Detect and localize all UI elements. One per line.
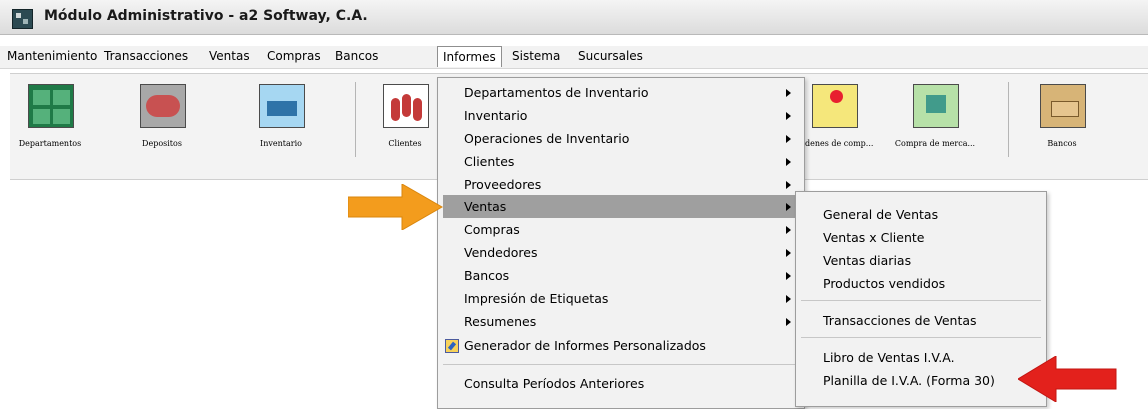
- ventas-submenu: General de Ventas Ventas x Cliente Venta…: [795, 191, 1047, 407]
- report-generator-icon: [445, 339, 459, 353]
- submenu-arrow-icon: [786, 158, 791, 166]
- submenu-arrow-icon: [786, 89, 791, 97]
- menu-separator: [801, 300, 1041, 301]
- warehouse-icon: [140, 84, 186, 128]
- toolbar-label: Compra de merca...: [894, 139, 976, 148]
- toolbar-button-bancos[interactable]: Bancos: [1022, 84, 1102, 172]
- window-title: Módulo Administrativo - a2 Softway, C.A.: [44, 8, 368, 24]
- menu-compras[interactable]: Compras: [267, 49, 321, 63]
- menu-transacciones[interactable]: Transacciones: [104, 49, 188, 63]
- toolbar-button-inventario[interactable]: Inventario: [241, 84, 321, 172]
- toolbar-button-compra-de-mercancia[interactable]: Compra de merca...: [895, 84, 975, 172]
- menu-bar: Mantenimiento Transacciones Ventas Compr…: [0, 46, 1148, 69]
- menu-item-clientes[interactable]: Clientes: [443, 150, 799, 173]
- submenu-item-ventas-x-cliente[interactable]: Ventas x Cliente: [796, 226, 1046, 249]
- toolbar-separator: [355, 82, 356, 157]
- toolbar-label: Inventario: [260, 139, 302, 148]
- menu-ventas[interactable]: Ventas: [209, 49, 250, 63]
- app-icon: [12, 9, 33, 29]
- submenu-item-productos-vendidos[interactable]: Productos vendidos: [796, 272, 1046, 295]
- toolbar-button-clientes[interactable]: Clientes: [365, 84, 445, 172]
- submenu-item-ventas-diarias[interactable]: Ventas diarias: [796, 249, 1046, 272]
- submenu-item-transacciones-de-ventas[interactable]: Transacciones de Ventas: [796, 309, 1046, 332]
- toolbar-label: Depositos: [142, 139, 182, 148]
- clients-icon: [383, 84, 429, 128]
- submenu-arrow-icon: [786, 295, 791, 303]
- menu-item-operaciones-de-inventario[interactable]: Operaciones de Inventario: [443, 127, 799, 150]
- submenu-item-planilla-de-iva[interactable]: Planilla de I.V.A. (Forma 30): [796, 369, 1046, 392]
- submenu-arrow-icon: [786, 181, 791, 189]
- submenu-arrow-icon: [786, 226, 791, 234]
- submenu-item-libro-de-ventas-iva[interactable]: Libro de Ventas I.V.A.: [796, 346, 1046, 369]
- menu-item-ventas[interactable]: Ventas: [443, 195, 799, 218]
- informes-menu: Departamentos de Inventario Inventario O…: [437, 77, 805, 409]
- menu-separator: [443, 364, 799, 365]
- submenu-arrow-icon: [786, 249, 791, 257]
- menu-bancos[interactable]: Bancos: [335, 49, 378, 63]
- menu-item-compras[interactable]: Compras: [443, 218, 799, 241]
- departments-icon: [28, 84, 74, 128]
- toolbar-separator: [1008, 82, 1009, 157]
- menu-sistema[interactable]: Sistema: [512, 49, 560, 63]
- submenu-arrow-icon: [786, 112, 791, 120]
- menu-item-vendedores[interactable]: Vendedores: [443, 241, 799, 264]
- submenu-arrow-icon: [786, 135, 791, 143]
- menu-item-generador-de-informes[interactable]: Generador de Informes Personalizados: [443, 334, 799, 357]
- window-titlebar: Módulo Administrativo - a2 Softway, C.A.: [0, 0, 1148, 35]
- menu-item-consulta-periodos-anteriores[interactable]: Consulta Períodos Anteriores: [443, 372, 799, 395]
- menu-item-proveedores[interactable]: Proveedores: [443, 173, 799, 196]
- menu-separator: [801, 337, 1041, 338]
- orange-arrow-icon: [348, 184, 444, 230]
- menu-item-inventario[interactable]: Inventario: [443, 104, 799, 127]
- toolbar-label: Clientes: [388, 139, 422, 148]
- inventory-icon: [259, 84, 305, 128]
- menu-mantenimiento[interactable]: Mantenimiento: [7, 49, 97, 63]
- red-arrow-icon: [1018, 356, 1117, 402]
- menu-item-resumenes[interactable]: Resumenes: [443, 310, 799, 333]
- submenu-item-general-de-ventas[interactable]: General de Ventas: [796, 203, 1046, 226]
- submenu-arrow-icon: [786, 272, 791, 280]
- purchase-orders-icon: [812, 84, 858, 128]
- merchandise-purchase-icon: [913, 84, 959, 128]
- toolbar-button-departamentos[interactable]: Departamentos: [10, 84, 90, 172]
- menu-informes[interactable]: Informes: [437, 46, 502, 67]
- toolbar-button-depositos[interactable]: Depositos: [122, 84, 202, 172]
- toolbar-label: Bancos: [1047, 139, 1077, 148]
- toolbar-button-ordenes-de-compra[interactable]: Ordenes de comp...: [794, 84, 874, 172]
- menu-sucursales[interactable]: Sucursales: [578, 49, 643, 63]
- toolbar-label: Departamentos: [18, 139, 82, 148]
- menu-item-departamentos-de-inventario[interactable]: Departamentos de Inventario: [443, 81, 799, 104]
- submenu-arrow-icon: [786, 318, 791, 326]
- menu-item-bancos[interactable]: Bancos: [443, 264, 799, 287]
- menu-item-impresion-de-etiquetas[interactable]: Impresión de Etiquetas: [443, 287, 799, 310]
- banks-icon: [1040, 84, 1086, 128]
- submenu-arrow-icon: [786, 203, 791, 211]
